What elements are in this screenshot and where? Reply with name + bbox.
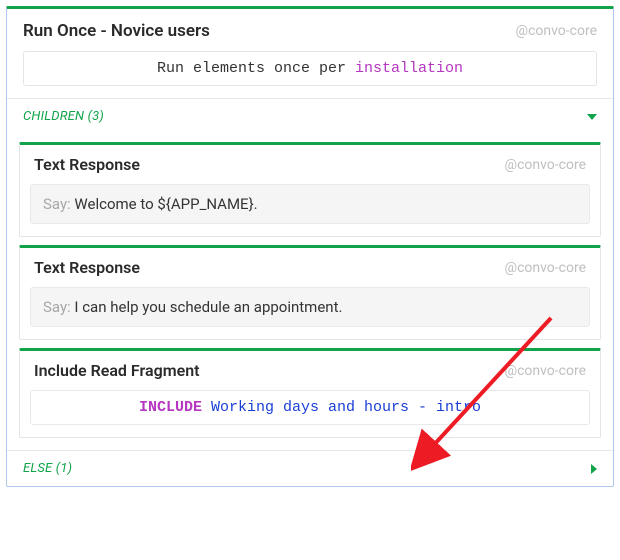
- child-card-text-response[interactable]: Text Response @convo-core Say: Welcome t…: [19, 142, 601, 237]
- include-box: INCLUDE Working days and hours - intro: [30, 390, 590, 425]
- chevron-down-icon: [587, 114, 597, 120]
- card-title: Run Once - Novice users: [23, 21, 210, 41]
- child-tag: @convo-core: [505, 157, 587, 173]
- children-toggle[interactable]: CHILDREN (3): [7, 98, 613, 134]
- child-title: Include Read Fragment: [34, 361, 200, 380]
- say-text: I can help you schedule an appointment.: [74, 298, 342, 316]
- child-header: Text Response @convo-core: [20, 248, 600, 287]
- else-toggle-label: ELSE (1): [23, 461, 72, 476]
- child-card-include-fragment[interactable]: Include Read Fragment @convo-core INCLUD…: [19, 348, 601, 438]
- chevron-right-icon: [591, 464, 597, 474]
- child-title: Text Response: [34, 155, 140, 174]
- child-title: Text Response: [34, 258, 140, 277]
- code-keyword: installation: [355, 60, 463, 77]
- else-toggle[interactable]: ELSE (1): [7, 450, 613, 486]
- code-summary: Run elements once per installation: [23, 51, 597, 86]
- child-header: Text Response @convo-core: [20, 145, 600, 184]
- say-label: Say:: [43, 195, 74, 213]
- say-label: Say:: [43, 298, 74, 316]
- child-tag: @convo-core: [505, 260, 587, 276]
- children-container: Text Response @convo-core Say: Welcome t…: [7, 142, 613, 450]
- child-header: Include Read Fragment @convo-core: [20, 351, 600, 390]
- include-keyword: INCLUDE: [139, 399, 202, 416]
- say-box: Say: Welcome to ${APP_NAME}.: [30, 184, 590, 224]
- code-prefix: Run elements once per: [157, 60, 355, 77]
- child-card-text-response[interactable]: Text Response @convo-core Say: I can hel…: [19, 245, 601, 340]
- say-box: Say: I can help you schedule an appointm…: [30, 287, 590, 327]
- children-toggle-label: CHILDREN (3): [23, 109, 104, 124]
- run-once-card: Run Once - Novice users @convo-core Run …: [6, 6, 614, 487]
- say-text: Welcome to ${APP_NAME}.: [74, 195, 257, 213]
- child-tag: @convo-core: [505, 363, 587, 379]
- card-tag: @convo-core: [516, 23, 598, 39]
- card-header[interactable]: Run Once - Novice users @convo-core: [7, 9, 613, 51]
- include-target: Working days and hours - intro: [211, 399, 481, 416]
